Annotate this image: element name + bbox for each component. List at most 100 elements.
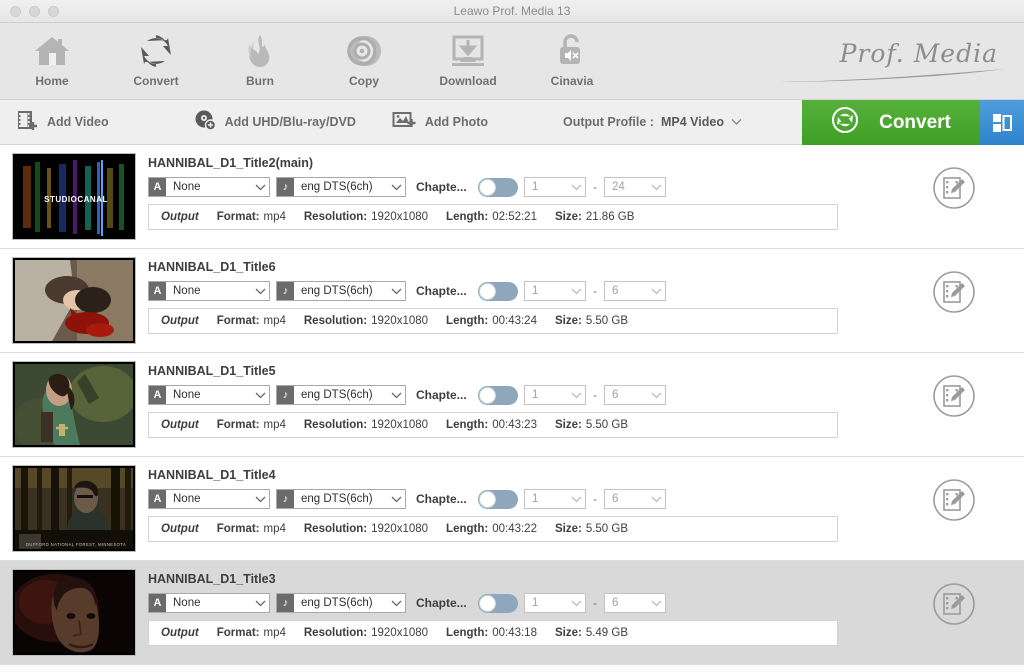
chapter-to-select[interactable]: 6 — [604, 281, 666, 301]
resolution-value: 1920x1080 — [371, 627, 428, 639]
toolbar-item-copy[interactable]: Copy — [312, 23, 416, 88]
chapter-to-select[interactable]: 6 — [604, 593, 666, 613]
chapter-from-select[interactable]: 1 — [524, 593, 586, 613]
table-row[interactable]: HANNIBAL_D1_Title6 A None ♪ eng DTS(6ch) — [0, 249, 1024, 353]
chapter-from-select[interactable]: 1 — [524, 489, 586, 509]
chapter-label: Chapte... — [416, 180, 472, 194]
toolbar-item-download[interactable]: Download — [416, 23, 520, 88]
chapter-to-value: 6 — [605, 285, 647, 297]
output-summary: Output Format: mp4 Resolution: 1920x1080… — [148, 516, 838, 542]
audio-select[interactable]: ♪ eng DTS(6ch) — [276, 385, 406, 405]
thumbnail[interactable]: STUDIOCANAL — [12, 153, 136, 240]
thumbnail-image: DUFFORD NATIONAL FOREST, MINNESOTA — [15, 468, 133, 549]
main-toolbar: Home Convert Burn — [0, 23, 1024, 100]
audio-select[interactable]: ♪ eng DTS(6ch) — [276, 281, 406, 301]
chapter-to-select[interactable]: 6 — [604, 489, 666, 509]
chevron-down-icon — [567, 496, 585, 503]
audio-select[interactable]: ♪ eng DTS(6ch) — [276, 593, 406, 613]
chapter-from-select[interactable]: 1 — [524, 281, 586, 301]
size-label: Size: — [555, 315, 582, 327]
subtitle-value: None — [167, 389, 251, 401]
toolbar-label: Cinavia — [551, 74, 594, 88]
row-details: HANNIBAL_D1_Title4 A None ♪ eng DTS(6ch) — [136, 465, 894, 552]
thumbnail[interactable]: DUFFORD NATIONAL FOREST, MINNESOTA — [12, 465, 136, 552]
size-label: Size: — [555, 627, 582, 639]
length-label: Length: — [446, 523, 488, 535]
toolbar-item-convert[interactable]: Convert — [104, 23, 208, 88]
toggle-knob — [479, 491, 496, 508]
file-title: HANNIBAL_D1_Title2(main) — [148, 156, 894, 170]
toolbar-label: Home — [35, 74, 68, 88]
chapter-to-select[interactable]: 24 — [604, 177, 666, 197]
row-details: HANNIBAL_D1_Title2(main) A None ♪ eng DT… — [136, 153, 894, 240]
edit-button[interactable] — [931, 165, 977, 216]
resolution-label: Resolution: — [304, 211, 367, 223]
toggle-knob — [479, 179, 496, 196]
subtitle-value: None — [167, 597, 251, 609]
edit-button[interactable] — [931, 477, 977, 528]
subtitle-icon: A — [149, 178, 166, 196]
toolbar-item-cinavia[interactable]: Cinavia — [520, 23, 624, 88]
subtitle-select[interactable]: A None — [148, 177, 270, 197]
thumbnail[interactable] — [12, 569, 136, 656]
chapter-from-select[interactable]: 1 — [524, 385, 586, 405]
chapter-from-select[interactable]: 1 — [524, 177, 586, 197]
row-actions — [894, 465, 1014, 552]
disc-icon — [346, 32, 382, 70]
file-list[interactable]: STUDIOCANAL HANNIBAL_D1_Title2(main) A N… — [0, 145, 1024, 672]
range-separator: - — [592, 596, 598, 610]
table-row[interactable]: DUFFORD NATIONAL FOREST, MINNESOTA HANNI… — [0, 457, 1024, 561]
chapter-toggle[interactable] — [478, 594, 518, 613]
output-profile-selector[interactable]: Output Profile : MP4 Video — [563, 100, 742, 144]
size-value: 5.49 GB — [586, 627, 628, 639]
brand-text: Prof. Media — [776, 39, 1006, 68]
size-label: Size: — [555, 419, 582, 431]
row-controls: A None ♪ eng DTS(6ch) Chapte... 1 — [148, 385, 894, 405]
edit-video-icon — [931, 373, 977, 419]
thumbnail-image: STUDIOCANAL — [15, 156, 133, 237]
download-icon — [449, 32, 487, 70]
chapter-label: Chapte... — [416, 388, 472, 402]
length-label: Length: — [446, 627, 488, 639]
chapter-toggle[interactable] — [478, 282, 518, 301]
convert-icon — [137, 32, 175, 70]
edit-button[interactable] — [931, 581, 977, 632]
cinavia-unlock-icon — [555, 32, 589, 70]
subtitle-select[interactable]: A None — [148, 281, 270, 301]
audio-value: eng DTS(6ch) — [295, 493, 387, 505]
toolbar-label: Download — [439, 74, 496, 88]
toolbar-item-home[interactable]: Home — [0, 23, 104, 88]
chapter-toggle[interactable] — [478, 490, 518, 509]
audio-note-icon: ♪ — [277, 178, 294, 196]
subtitle-icon: A — [149, 594, 166, 612]
chapter-toggle[interactable] — [478, 178, 518, 197]
chapter-toggle[interactable] — [478, 386, 518, 405]
table-row[interactable]: HANNIBAL_D1_Title5 A None ♪ eng DTS(6ch) — [0, 353, 1024, 457]
add-photo-button[interactable]: Add Photo — [392, 100, 488, 144]
add-disc-button[interactable]: Add UHD/Blu-ray/DVD — [194, 100, 356, 144]
audio-select[interactable]: ♪ eng DTS(6ch) — [276, 177, 406, 197]
svg-text:DUFFORD NATIONAL FOREST, MINNE: DUFFORD NATIONAL FOREST, MINNESOTA — [26, 542, 126, 547]
thumbnail[interactable] — [12, 361, 136, 448]
toolbar-item-burn[interactable]: Burn — [208, 23, 312, 88]
audio-select[interactable]: ♪ eng DTS(6ch) — [276, 489, 406, 509]
chevron-down-icon — [251, 184, 269, 191]
sidebar-toggle-icon[interactable] — [980, 100, 1024, 145]
resolution-label: Resolution: — [304, 315, 367, 327]
table-row[interactable]: STUDIOCANAL HANNIBAL_D1_Title2(main) A N… — [0, 145, 1024, 249]
chapter-from-value: 1 — [525, 597, 567, 609]
format-value: mp4 — [264, 627, 286, 639]
subtitle-select[interactable]: A None — [148, 593, 270, 613]
file-title: HANNIBAL_D1_Title4 — [148, 468, 894, 482]
subtitle-select[interactable]: A None — [148, 385, 270, 405]
subtitle-icon: A — [149, 386, 166, 404]
convert-button[interactable]: Convert — [802, 100, 980, 145]
thumbnail[interactable] — [12, 257, 136, 344]
edit-button[interactable] — [931, 373, 977, 424]
chevron-down-icon — [387, 600, 405, 607]
chapter-to-select[interactable]: 6 — [604, 385, 666, 405]
subtitle-select[interactable]: A None — [148, 489, 270, 509]
table-row[interactable]: HANNIBAL_D1_Title3 A None ♪ eng DTS(6ch) — [0, 561, 1024, 665]
add-video-button[interactable]: Add Video — [16, 100, 109, 144]
edit-button[interactable] — [931, 269, 977, 320]
